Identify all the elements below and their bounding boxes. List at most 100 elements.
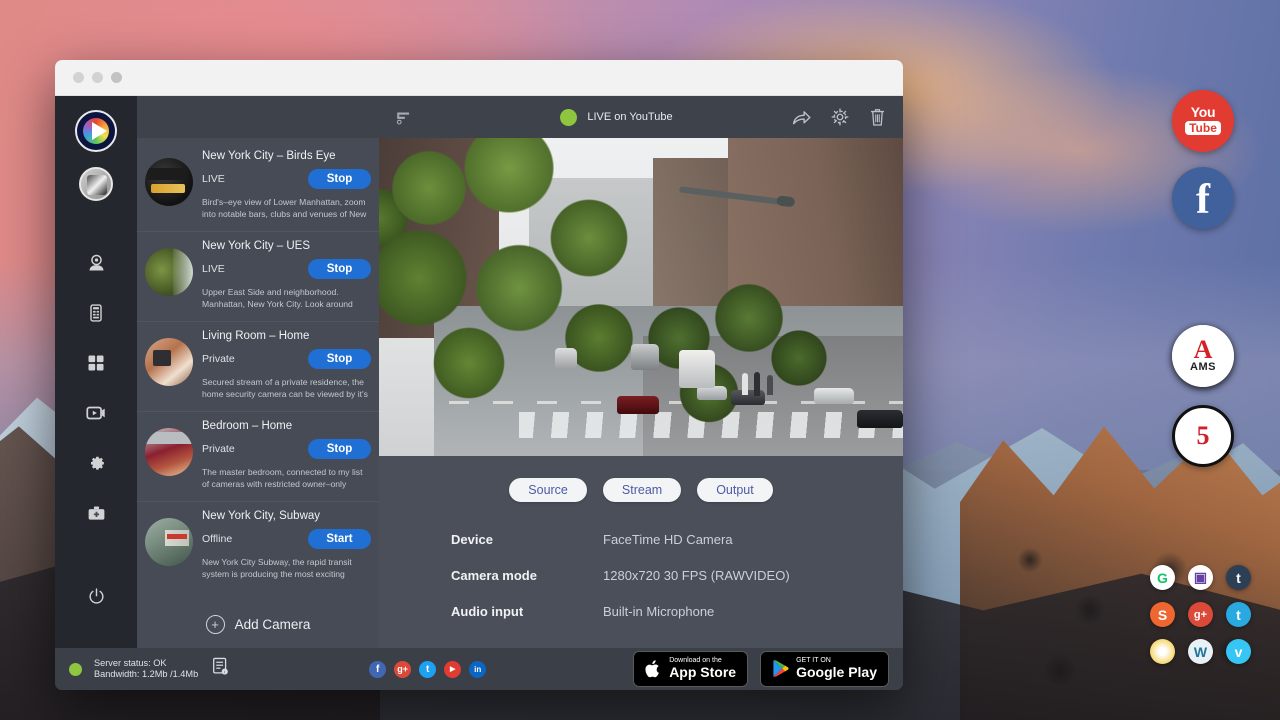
window-close-dot[interactable] — [111, 72, 122, 83]
camera-action-button[interactable]: Stop — [308, 439, 371, 459]
rail-item-add-camera[interactable] — [76, 493, 116, 533]
youtube-dock-top: You — [1185, 106, 1221, 119]
twitter-mini-icon[interactable]: t — [1226, 602, 1251, 627]
tumblr-glyph: t — [1236, 570, 1241, 586]
vimeo-glyph: v — [1235, 644, 1243, 660]
googleplus-icon[interactable]: g+ — [394, 661, 411, 678]
facebook-dock-icon[interactable]: f — [1172, 167, 1234, 229]
avatar[interactable] — [79, 167, 113, 201]
rail-item-grid[interactable] — [76, 343, 116, 383]
googleplus-mini-icon[interactable]: g+ — [1188, 602, 1213, 627]
rail-item-camera[interactable] — [76, 243, 116, 283]
store-badges: Download on the App Store GET IT ON Goog… — [633, 651, 889, 686]
info-value[interactable]: Built-in Microphone — [603, 604, 714, 619]
video-pedestrian — [742, 373, 748, 395]
tab-output[interactable]: Output — [697, 478, 773, 502]
video-pedestrian — [767, 375, 773, 395]
camera-status-row: Private Stop — [202, 439, 371, 459]
main-panel: LIVE on YouTube — [379, 96, 903, 648]
grammarly-glyph: G — [1157, 570, 1168, 586]
video-preview[interactable] — [379, 138, 903, 456]
document-info-icon: i — [212, 657, 229, 676]
camera-list-item[interactable]: New York City – Birds Eye LIVE Stop Bird… — [137, 142, 379, 232]
wordpress-icon[interactable]: W — [1188, 639, 1213, 664]
camera-status-row: Offline Start — [202, 529, 371, 549]
video-foreground-tree — [379, 138, 689, 418]
camera-action-button[interactable]: Start — [308, 529, 371, 549]
camera-thumbnail — [145, 158, 193, 206]
info-row: Camera mode 1280x720 30 FPS (RAWVIDEO) — [451, 568, 903, 583]
flickr-icon[interactable]: ● — [1150, 639, 1175, 664]
camera-action-button[interactable]: Stop — [308, 349, 371, 369]
tab-stream[interactable]: Stream — [603, 478, 681, 502]
camera-title: New York City, Subway — [202, 510, 371, 522]
linkedin-icon[interactable]: in — [469, 661, 486, 678]
camera-list-item[interactable]: New York City, Subway Offline Start New … — [137, 502, 379, 591]
rail-item-settings[interactable] — [76, 443, 116, 483]
twitter-icon[interactable]: t — [419, 661, 436, 678]
camera-action-button[interactable]: Stop — [308, 259, 371, 279]
facebook-icon[interactable]: f — [369, 661, 386, 678]
add-camera-label: Add Camera — [235, 617, 311, 632]
window-minimize-dot[interactable] — [73, 72, 84, 83]
tab-source[interactable]: Source — [509, 478, 587, 502]
twitch-icon[interactable]: ▣ — [1188, 565, 1213, 590]
camera-list-item[interactable]: Bedroom – Home Private Stop The master b… — [137, 412, 379, 502]
grammarly-icon[interactable]: G — [1150, 565, 1175, 590]
camera-description: New York City Subway, the rapid transit … — [202, 557, 371, 581]
info-value[interactable]: 1280x720 30 FPS (RAWVIDEO) — [603, 568, 790, 583]
settings-button[interactable] — [830, 107, 850, 127]
camera-list-item[interactable]: New York City – UES LIVE Stop Upper East… — [137, 232, 379, 322]
rail-item-power[interactable] — [76, 576, 116, 616]
google-play-badge[interactable]: GET IT ON Google Play — [760, 651, 889, 686]
app-store-badge[interactable]: Download on the App Store — [633, 651, 748, 686]
twitch-glyph: ▣ — [1194, 569, 1207, 586]
adobe-mark: A — [1194, 339, 1213, 361]
smugmug-glyph: S — [1158, 607, 1167, 623]
power-icon — [87, 587, 106, 606]
smugmug-icon[interactable]: S — [1150, 602, 1175, 627]
share-button[interactable] — [791, 107, 812, 128]
adobe-ams-dock-icon[interactable]: A AMS — [1172, 325, 1234, 387]
app-logo[interactable] — [75, 110, 117, 152]
status-bar: Server status: OK Bandwidth: 1.2Mb /1.4M… — [55, 648, 903, 690]
media-icon — [85, 402, 107, 424]
camera-description: Bird's–eye view of Lower Manhattan, zoom… — [202, 197, 371, 221]
camera-info: Bedroom – Home Private Stop The master b… — [202, 420, 371, 491]
five-target-dock-icon[interactable]: 5 — [1172, 405, 1234, 467]
gear-icon — [830, 107, 850, 127]
video-car — [857, 410, 903, 428]
add-camera-icon — [86, 503, 107, 524]
server-status-dot — [69, 663, 82, 676]
camera-list-item[interactable]: Living Room – Home Private Stop Secured … — [137, 322, 379, 412]
window-maximize-dot[interactable] — [92, 72, 103, 83]
toolbar-actions — [791, 107, 887, 128]
youtube-icon[interactable]: ▶ — [444, 661, 461, 678]
info-label: Audio input — [451, 604, 603, 619]
youtube-dock-icon[interactable]: You Tube — [1172, 90, 1234, 152]
gear-icon — [86, 453, 107, 474]
share-icon — [791, 107, 812, 128]
camera-thumbnail — [145, 248, 193, 296]
sort-list-button[interactable] — [395, 109, 412, 126]
window-titlebar[interactable] — [55, 60, 903, 96]
camera-action-button[interactable]: Stop — [308, 169, 371, 189]
camera-list-panel: New York City – Birds Eye LIVE Stop Bird… — [137, 96, 379, 648]
mini-dock-row: ● W v — [1150, 639, 1260, 664]
device-list-icon — [86, 303, 106, 323]
log-button[interactable]: i — [212, 657, 229, 681]
server-status-text: Server status: OK Bandwidth: 1.2Mb /1.4M… — [94, 658, 198, 681]
status-social-links: f g+ t ▶ in — [369, 661, 486, 678]
mini-dock: G ▣ t S g+ t ● W v — [1150, 565, 1260, 676]
rail-item-devices[interactable] — [76, 293, 116, 333]
info-value[interactable]: FaceTime HD Camera — [603, 532, 733, 547]
add-camera-button[interactable]: + Add Camera — [137, 591, 379, 648]
camera-status-row: Private Stop — [202, 349, 371, 369]
camera-title: New York City – UES — [202, 240, 371, 252]
delete-button[interactable] — [868, 107, 887, 128]
rail-item-media[interactable] — [76, 393, 116, 433]
mini-dock-row: S g+ t — [1150, 602, 1260, 627]
tumblr-icon[interactable]: t — [1226, 565, 1251, 590]
camera-list-scroll[interactable]: New York City – Birds Eye LIVE Stop Bird… — [137, 138, 379, 648]
vimeo-icon[interactable]: v — [1226, 639, 1251, 664]
